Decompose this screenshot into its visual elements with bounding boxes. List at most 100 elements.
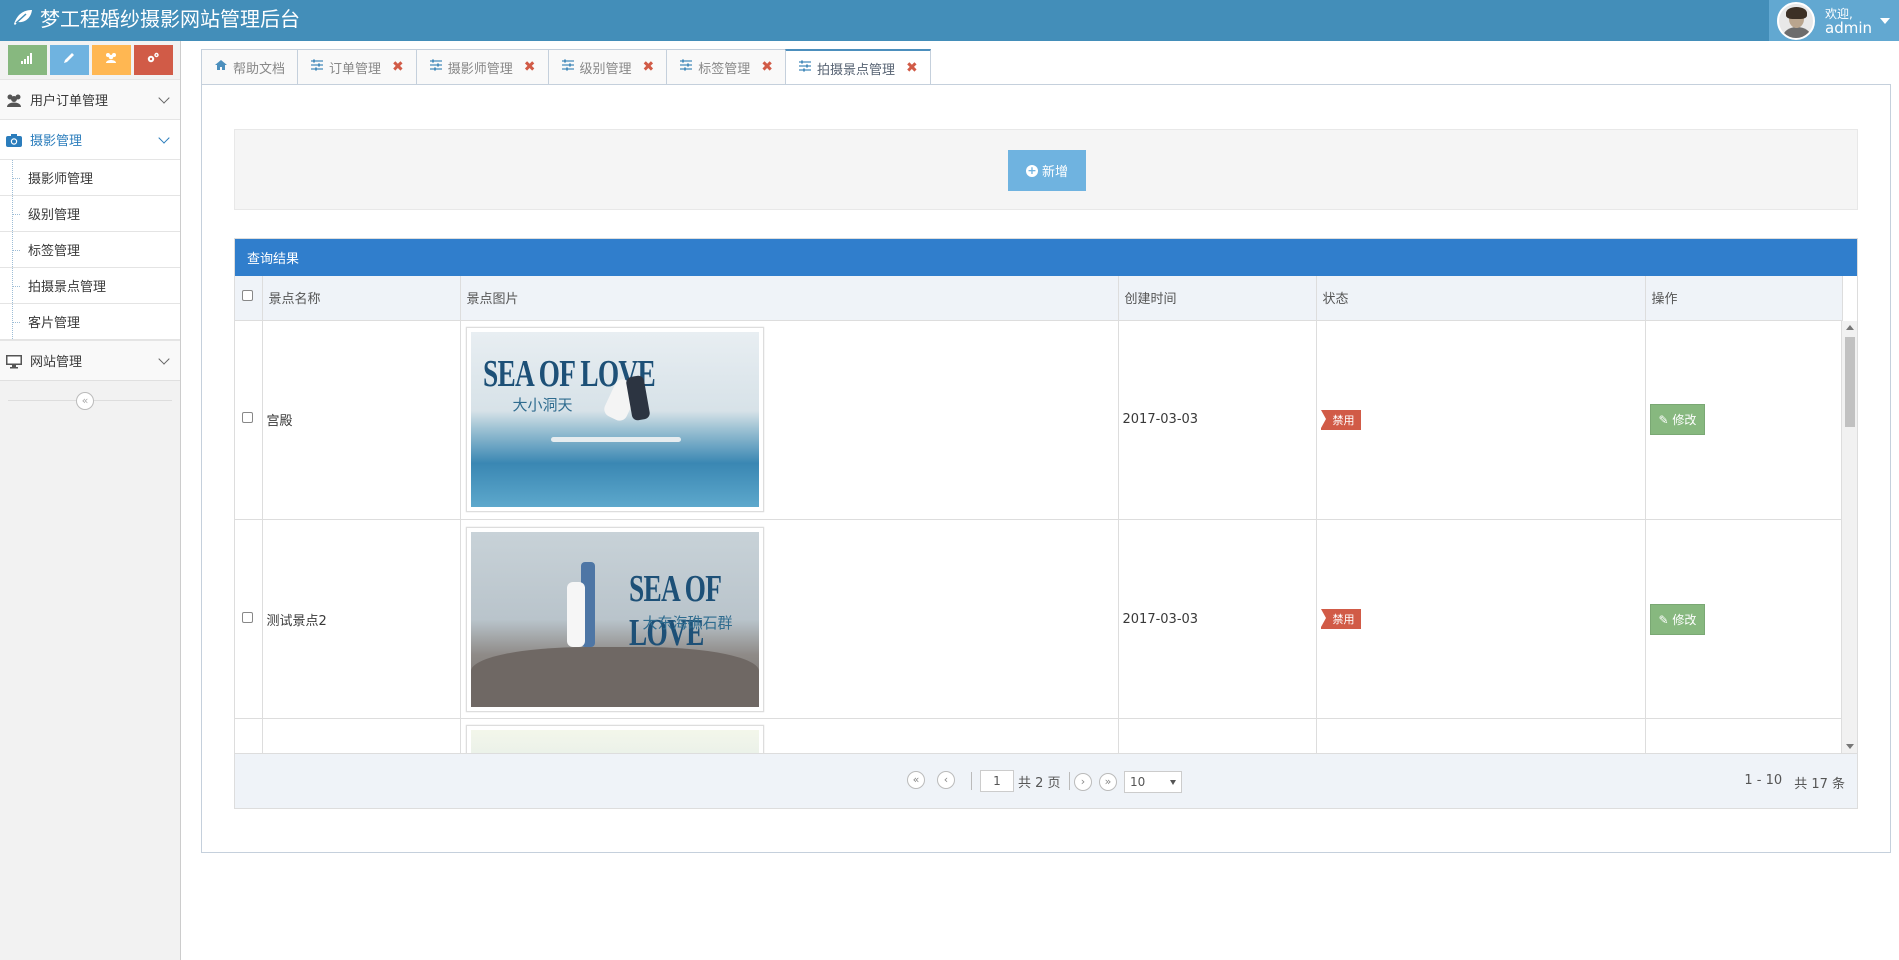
tab-label: 标签管理 bbox=[698, 61, 751, 77]
submenu-item-client-photos[interactable]: 客片管理 bbox=[0, 304, 180, 340]
collapse-sidebar-button[interactable]: « bbox=[76, 392, 94, 410]
page-size-select[interactable]: 10 bbox=[1124, 771, 1182, 793]
sidebar-item-label: 网站管理 bbox=[30, 355, 83, 370]
user-menu[interactable]: 欢迎, admin bbox=[1769, 0, 1899, 41]
tab-label: 拍摄景点管理 bbox=[817, 62, 896, 78]
next-page-button[interactable]: › bbox=[1074, 773, 1092, 791]
row-checkbox[interactable] bbox=[242, 611, 253, 623]
sidebar-item-user-orders[interactable]: 用户订单管理 bbox=[0, 79, 180, 119]
location-image[interactable]: SEA OF LOVE 大小洞天 bbox=[465, 327, 764, 513]
pencil-icon bbox=[62, 51, 76, 69]
brand[interactable]: 梦工程婚纱摄影网站管理后台 bbox=[12, 7, 300, 31]
column-header-created[interactable]: 创建时间 bbox=[1118, 276, 1317, 321]
status-badge: 禁用 bbox=[1320, 609, 1361, 629]
record-total: 共 17 条 bbox=[1794, 777, 1845, 792]
row-checkbox[interactable] bbox=[242, 412, 253, 424]
sidebar-shortcuts bbox=[0, 41, 180, 79]
shortcut-pencil-button[interactable] bbox=[49, 45, 89, 75]
grid-body: 宫殿 SEA OF LOVE 大小洞天 2017-03-03 禁用 ✎ 修改 测… bbox=[235, 320, 1857, 753]
avatar bbox=[1777, 1, 1815, 40]
content-panel: + 新增 查询结果 景点名称 景点图片 创建时间 状态 操作 宫殿 SEA OF… bbox=[201, 84, 1891, 853]
users-icon bbox=[104, 51, 118, 69]
close-icon[interactable]: ✖ bbox=[392, 59, 404, 75]
shortcut-cogs-button[interactable] bbox=[133, 45, 173, 75]
sliders-icon bbox=[798, 60, 812, 76]
first-page-button[interactable]: « bbox=[907, 771, 925, 789]
scroll-down-icon[interactable] bbox=[1846, 744, 1854, 749]
caret-down-icon[interactable] bbox=[1880, 17, 1890, 24]
pagination: « ‹ 1 共 2 页 › » 10 1 - 10 共 17 条 bbox=[235, 753, 1857, 808]
tab-tags[interactable]: 标签管理 ✖ bbox=[666, 49, 787, 84]
tab-locations[interactable]: 拍摄景点管理 ✖ bbox=[785, 49, 931, 85]
top-navbar: 梦工程婚纱摄影网站管理后台 欢迎, admin bbox=[0, 0, 1899, 41]
cogs-icon bbox=[146, 51, 160, 69]
table-row[interactable]: 宫殿 SEA OF LOVE 大小洞天 2017-03-03 禁用 ✎ 修改 bbox=[235, 320, 1843, 520]
shortcut-users-button[interactable] bbox=[91, 45, 131, 75]
image-subtitle-text: 大东海礁石群 bbox=[642, 615, 733, 632]
tab-label: 帮助文档 bbox=[233, 61, 286, 77]
image-subtitle-text: 大小洞天 bbox=[512, 398, 573, 415]
submenu-item-photographers[interactable]: 摄影师管理 bbox=[0, 160, 180, 196]
edit-button[interactable]: ✎ 修改 bbox=[1649, 404, 1706, 436]
sidebar-item-website[interactable]: 网站管理 bbox=[0, 340, 180, 380]
status-badge: 禁用 bbox=[1320, 409, 1361, 430]
page-number-input[interactable]: 1 bbox=[980, 770, 1014, 792]
app-title: 梦工程婚纱摄影网站管理后台 bbox=[40, 7, 300, 31]
plus-circle-icon: + bbox=[1025, 163, 1038, 177]
add-button[interactable]: + 新增 bbox=[1008, 150, 1086, 191]
cell-name: 宫殿 bbox=[262, 320, 461, 520]
sidebar-item-label: 摄影管理 bbox=[30, 134, 83, 149]
shortcut-signal-button[interactable] bbox=[7, 45, 47, 75]
close-icon[interactable]: ✖ bbox=[643, 59, 655, 75]
sliders-icon bbox=[429, 59, 443, 75]
submenu-item-levels[interactable]: 级别管理 bbox=[0, 196, 180, 232]
edit-button[interactable]: ✎ 修改 bbox=[1649, 603, 1706, 635]
location-image[interactable] bbox=[465, 725, 764, 753]
sidebar-item-label: 用户订单管理 bbox=[30, 94, 109, 109]
column-header-actions[interactable]: 操作 bbox=[1645, 276, 1843, 321]
home-icon bbox=[214, 59, 228, 75]
location-image[interactable]: SEA OF LOVE 大东海礁石群 bbox=[465, 526, 764, 712]
scrollbar-thumb[interactable] bbox=[1845, 337, 1855, 427]
table-row[interactable]: 测试景点2 SEA OF LOVE 大东海礁石群 2017-03-03 禁用 ✎… bbox=[235, 519, 1843, 719]
results-grid: 查询结果 景点名称 景点图片 创建时间 状态 操作 宫殿 SEA OF LOVE… bbox=[234, 238, 1858, 809]
cell-created: 2017-03-03 bbox=[1118, 519, 1317, 719]
sidebar-collapse: « bbox=[0, 380, 180, 418]
tab-help[interactable]: 帮助文档 bbox=[201, 49, 299, 84]
last-page-button[interactable]: » bbox=[1099, 773, 1117, 791]
user-info: 欢迎, admin bbox=[1825, 7, 1872, 36]
close-icon[interactable]: ✖ bbox=[906, 60, 918, 76]
sliders-icon bbox=[310, 59, 324, 75]
cell-name: 测试景点2 bbox=[262, 519, 461, 719]
sidebar-item-photography[interactable]: 摄影管理 bbox=[0, 119, 180, 159]
tab-bar: 帮助文档 订单管理 ✖ 摄影师管理 ✖ 级别管理 ✖ 标签管理 ✖ 拍摄景点管理… bbox=[201, 49, 931, 85]
select-all-checkbox[interactable] bbox=[242, 290, 253, 302]
chevron-down-icon bbox=[158, 92, 170, 104]
column-header-status[interactable]: 状态 bbox=[1316, 276, 1646, 321]
sliders-icon bbox=[679, 59, 693, 75]
sliders-icon bbox=[561, 59, 575, 75]
tab-photographers[interactable]: 摄影师管理 ✖ bbox=[415, 49, 549, 84]
table-row[interactable] bbox=[235, 718, 1843, 753]
edit-icon: ✎ bbox=[1658, 413, 1669, 428]
leaf-icon bbox=[12, 7, 34, 31]
edit-icon: ✎ bbox=[1658, 612, 1669, 627]
toolbar: + 新增 bbox=[234, 129, 1858, 210]
submenu-item-locations[interactable]: 拍摄景点管理 bbox=[0, 268, 180, 304]
prev-page-button[interactable]: ‹ bbox=[937, 771, 955, 789]
submenu: 摄影师管理 级别管理 标签管理 拍摄景点管理 客片管理 bbox=[0, 159, 180, 340]
submenu-item-tags[interactable]: 标签管理 bbox=[0, 232, 180, 268]
column-header-name[interactable]: 景点名称 bbox=[262, 276, 461, 321]
cell-created: 2017-03-03 bbox=[1118, 320, 1317, 520]
close-icon[interactable]: ✖ bbox=[524, 59, 536, 75]
column-header-image[interactable]: 景点图片 bbox=[460, 276, 1119, 321]
scroll-up-icon[interactable] bbox=[1846, 325, 1854, 330]
users-icon bbox=[4, 92, 24, 108]
add-button-label: 新增 bbox=[1041, 165, 1068, 180]
grid-caption: 查询结果 bbox=[235, 239, 1857, 276]
tab-orders[interactable]: 订单管理 ✖ bbox=[297, 49, 417, 84]
grid-scrollbar[interactable] bbox=[1841, 321, 1857, 753]
tab-levels[interactable]: 级别管理 ✖ bbox=[547, 49, 668, 84]
close-icon[interactable]: ✖ bbox=[761, 59, 773, 75]
sidebar: 用户订单管理 摄影管理 摄影师管理 级别管理 标签管理 拍摄景点管理 客片管理 … bbox=[0, 41, 181, 960]
